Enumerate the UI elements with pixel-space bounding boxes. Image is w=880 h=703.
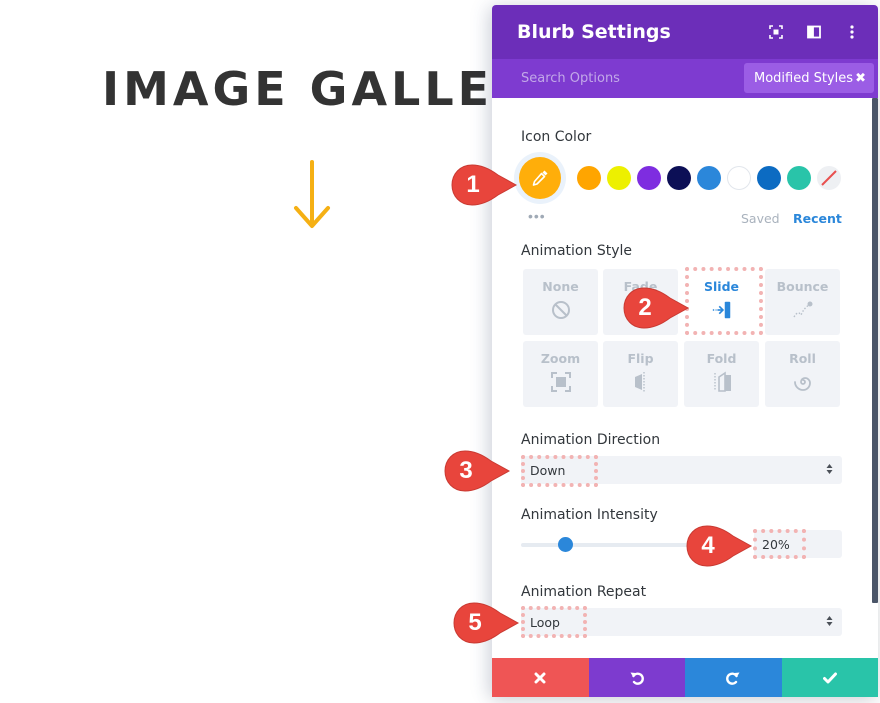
saved-colors-tab[interactable]: Saved xyxy=(741,211,780,226)
redo-button[interactable] xyxy=(685,658,782,697)
more-colors-button[interactable]: ••• xyxy=(528,208,546,224)
icon-color-label: Icon Color xyxy=(521,129,592,145)
undo-icon xyxy=(630,671,644,685)
anim-option-label: Zoom xyxy=(540,351,581,366)
panel-content: Icon Color ••• Saved Recent Animation St… xyxy=(492,0,878,703)
anim-option-label: Fold xyxy=(706,351,737,366)
anim-option-zoom[interactable]: Zoom xyxy=(523,341,598,407)
undo-button[interactable] xyxy=(588,658,685,697)
anim-option-label: Roll xyxy=(789,351,816,366)
save-button[interactable] xyxy=(781,658,878,697)
close-icon xyxy=(534,672,546,683)
anim-option-label: Bounce xyxy=(776,279,829,294)
animation-intensity-value: 20% xyxy=(762,536,790,552)
animation-direction-value: Down xyxy=(530,462,566,478)
none-icon xyxy=(550,299,572,321)
swatch-white[interactable] xyxy=(727,166,751,190)
swatch-none[interactable] xyxy=(817,166,841,190)
zoom-icon xyxy=(550,371,572,393)
anim-option-none[interactable]: None xyxy=(523,269,598,335)
animation-repeat-select[interactable]: Loop xyxy=(521,608,842,636)
select-arrows-icon xyxy=(826,616,833,626)
swatch-teal[interactable] xyxy=(787,166,811,190)
color-picker-button[interactable] xyxy=(519,157,561,199)
flip-icon xyxy=(630,371,652,393)
swatch-orange[interactable] xyxy=(577,166,601,190)
anim-option-roll[interactable]: Roll xyxy=(765,341,840,407)
check-icon xyxy=(822,672,837,683)
select-arrows-icon xyxy=(826,464,833,474)
animation-style-label: Animation Style xyxy=(521,243,632,259)
slide-icon xyxy=(711,299,733,321)
animation-direction-select[interactable]: Down xyxy=(521,456,842,484)
bounce-icon xyxy=(792,299,814,321)
down-arrow-icon xyxy=(294,160,330,228)
anim-option-label: None xyxy=(542,279,579,294)
animation-intensity-label: Animation Intensity xyxy=(521,507,658,523)
animation-repeat-label: Animation Repeat xyxy=(521,584,647,600)
slider-handle[interactable] xyxy=(557,537,573,552)
swatch-navy[interactable] xyxy=(667,166,691,190)
anim-option-label: Slide xyxy=(704,279,739,294)
panel-footer xyxy=(492,658,878,697)
swatch-yellow[interactable] xyxy=(607,166,631,190)
anim-option-fold[interactable]: Fold xyxy=(684,341,759,407)
no-color-icon xyxy=(821,170,837,186)
anim-option-flip[interactable]: Flip xyxy=(603,341,678,407)
anim-option-label: Flip xyxy=(627,351,654,366)
fade-icon xyxy=(630,299,652,321)
animation-intensity-input[interactable]: 20% xyxy=(754,530,842,558)
recent-colors-tab[interactable]: Recent xyxy=(793,211,842,226)
discard-button[interactable] xyxy=(492,658,589,697)
swatch-dark-blue[interactable] xyxy=(757,166,781,190)
anim-option-bounce[interactable]: Bounce xyxy=(765,269,840,335)
animation-intensity-slider[interactable] xyxy=(521,543,741,547)
anim-option-label: Fade xyxy=(623,279,658,294)
anim-option-fade[interactable]: Fade xyxy=(603,269,678,335)
animation-repeat-value: Loop xyxy=(530,614,560,630)
animation-direction-label: Animation Direction xyxy=(521,432,661,448)
redo-icon xyxy=(726,671,740,685)
swatch-blue[interactable] xyxy=(697,166,721,190)
fold-icon xyxy=(711,371,733,393)
swatch-purple[interactable] xyxy=(637,166,661,190)
eyedropper-icon xyxy=(532,170,548,186)
roll-icon xyxy=(792,371,814,393)
anim-option-slide[interactable]: Slide xyxy=(684,269,759,335)
